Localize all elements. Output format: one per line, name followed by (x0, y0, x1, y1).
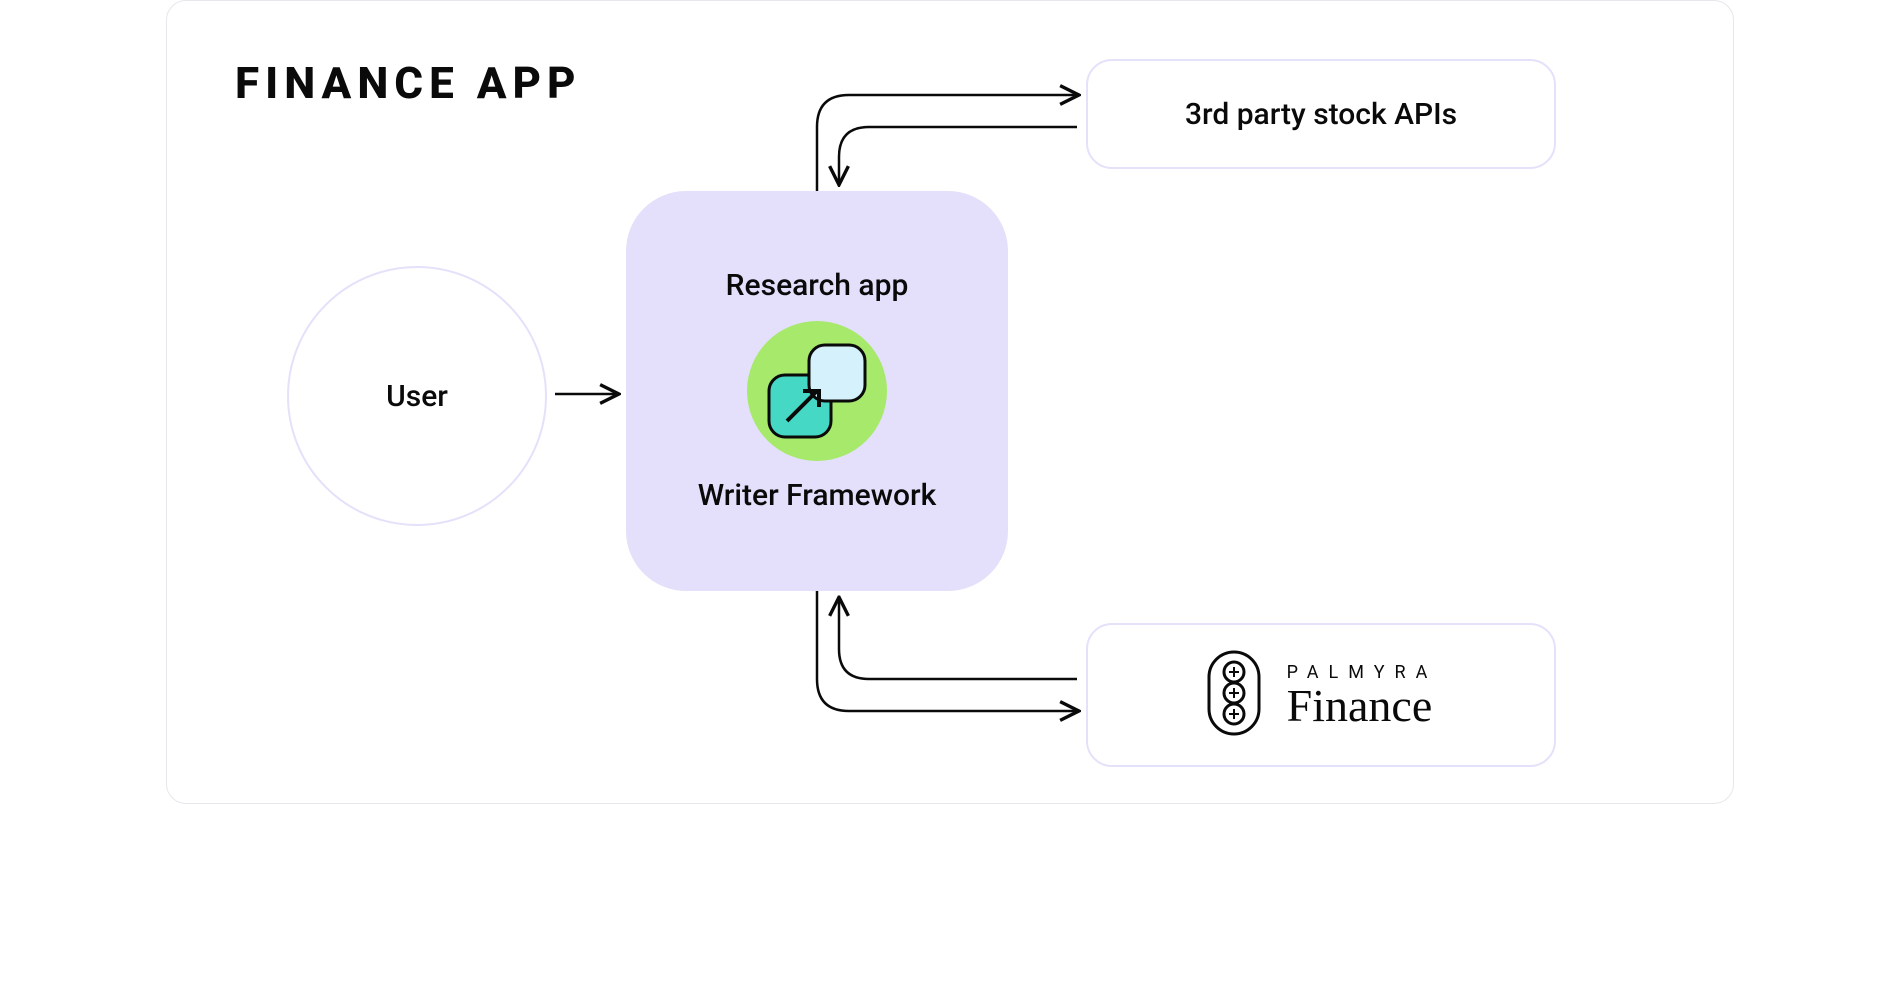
research-app-node: Research app Writer Framework (626, 191, 1008, 591)
stock-apis-node: 3rd party stock APIs (1086, 59, 1556, 169)
diagram-title: FINANCE APP (235, 57, 582, 109)
arrow-app-to-palmyra (817, 591, 1077, 711)
palmyra-finance-node: PALMYRA Finance (1086, 623, 1556, 767)
writer-framework-icon (747, 321, 887, 461)
arrow-apis-to-app (839, 127, 1077, 183)
palmyra-text: PALMYRA Finance (1287, 662, 1438, 729)
user-node: User (287, 266, 547, 526)
diagram-canvas: FINANCE APP User Research app Writer Fra… (166, 0, 1734, 804)
palmyra-bottom-label: Finance (1287, 683, 1433, 729)
arrow-palmyra-to-app (839, 599, 1077, 679)
stock-apis-label: 3rd party stock APIs (1185, 97, 1457, 132)
research-app-top-label: Research app (726, 269, 909, 304)
coin-stack-icon (1205, 648, 1263, 742)
user-label: User (386, 379, 448, 414)
arrow-app-to-apis (817, 95, 1077, 191)
research-app-bottom-label: Writer Framework (698, 479, 937, 514)
